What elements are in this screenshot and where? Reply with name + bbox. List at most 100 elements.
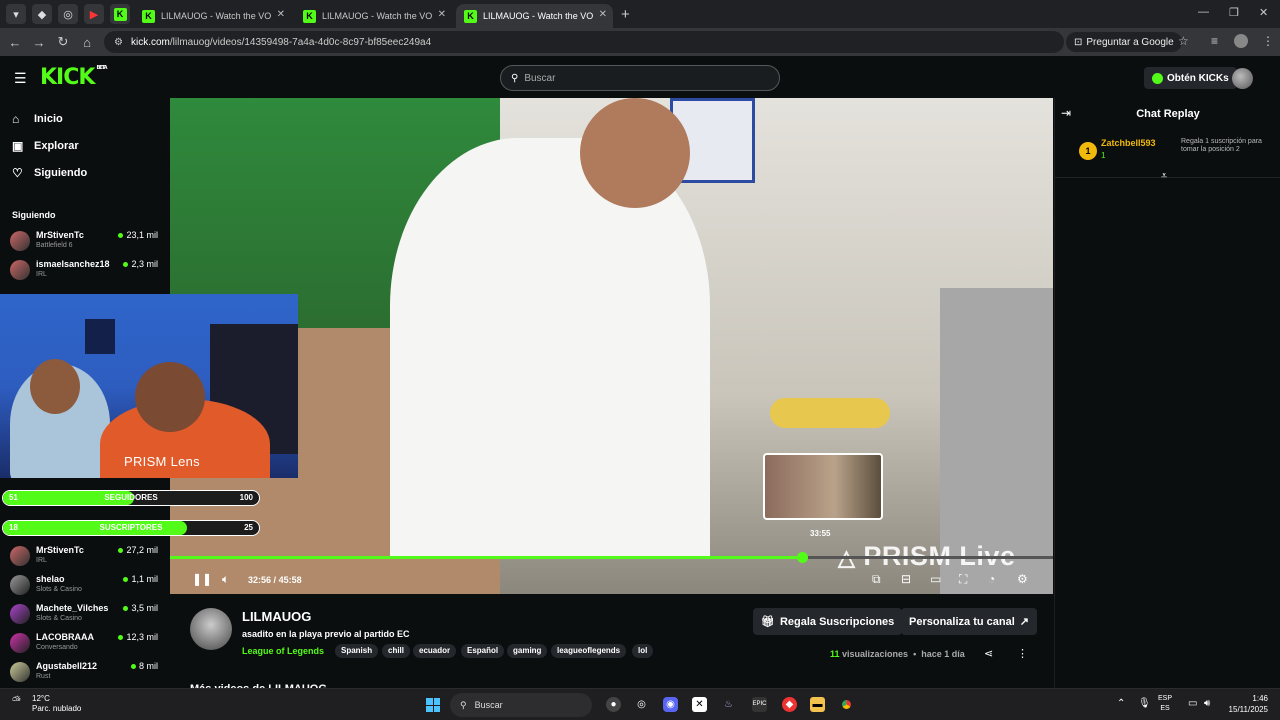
followed-channel[interactable]: ismaelsanchez18 IRL 2,3 mil <box>10 257 160 283</box>
followed-channel[interactable]: MrStivenTc Battlefield 6 23,1 mil <box>10 228 160 254</box>
restore-icon[interactable]: ❐ <box>1229 6 1239 19</box>
app-icon[interactable]: ◆ <box>782 697 797 712</box>
volume-icon[interactable]: 🔈︎ <box>222 572 229 587</box>
kick-logo[interactable]: KICK BETA <box>40 65 108 90</box>
chrome-icon[interactable] <box>839 697 854 712</box>
browser-tab[interactable]: KLILMAUOG - Watch the VOD on✕ <box>134 4 291 28</box>
forward-icon[interactable]: → <box>27 35 51 50</box>
theater-mode-icon[interactable]: ▭ <box>930 572 941 586</box>
sidebar-item-siguiendo[interactable]: ♡ Siguiendo <box>12 166 87 180</box>
fullscreen-icon[interactable]: ⛶ <box>959 572 967 587</box>
pinned-tab-icon[interactable]: ◆ <box>32 4 52 24</box>
followed-channel[interactable]: Machete_Vilches Slots & Casino 3,5 mil <box>10 601 160 627</box>
gift-subs-label: Regala Suscripciones <box>779 615 895 628</box>
settings-gear-icon[interactable]: ⚙ <box>1017 572 1028 586</box>
new-tab-icon[interactable]: + <box>621 6 630 23</box>
video-bananas <box>770 398 890 428</box>
window-close-icon[interactable]: ✕ <box>1259 6 1268 19</box>
clock[interactable]: 1:46 15/11/2025 <box>1229 693 1268 715</box>
chrome-menu-icon[interactable]: ⋮ <box>1262 34 1274 48</box>
tag-chip[interactable]: chill <box>382 644 411 658</box>
weather-widget[interactable]: ⛅︎ 12°C Parc. nublado <box>12 694 81 714</box>
followed-channel[interactable]: shelao Slots & Casino 1,1 mil <box>10 572 160 598</box>
app-icon[interactable]: ◎ <box>634 697 649 712</box>
browser-tab-active[interactable]: KLILMAUOG - Watch the VOD on✕ <box>456 4 613 28</box>
profile-avatar[interactable] <box>1234 34 1248 48</box>
subscribers-goal-bar: SUSCRIPTORES 18 25 <box>2 520 260 536</box>
tag-chip[interactable]: Spanish <box>335 644 379 658</box>
followed-channel[interactable]: MrStivenTc IRL 27,2 mil <box>10 543 160 569</box>
capcut-icon[interactable]: ✕ <box>692 697 707 712</box>
reload-icon[interactable]: ↻ <box>51 34 75 50</box>
get-kicks-button[interactable]: Obtén KICKs <box>1144 67 1237 89</box>
close-icon[interactable]: ✕ <box>277 9 285 20</box>
kick-tab-icon[interactable]: K <box>110 4 130 24</box>
tag-chip[interactable]: ecuador <box>413 644 457 658</box>
search-icon: ⚲ <box>460 699 467 710</box>
network-icon[interactable]: ▭ <box>1188 698 1197 709</box>
tag-chip[interactable]: gaming <box>507 644 548 658</box>
more-options-icon[interactable]: ⋮ <box>1017 647 1028 660</box>
url-field[interactable]: ⚙ kick.com/lilmauog/videos/14359498-7a4a-… <box>104 31 1064 53</box>
channel-name: MrStivenTc <box>36 545 84 555</box>
bookmark-star-icon[interactable]: ☆ <box>1178 34 1189 48</box>
home-icon[interactable]: ⌂ <box>75 35 99 50</box>
language-indicator[interactable]: ESP ES <box>1158 694 1172 714</box>
speaker-icon[interactable]: 🔊︎ <box>1204 698 1210 709</box>
share-icon[interactable]: ⋖ <box>984 647 993 660</box>
search-placeholder: Buscar <box>524 72 556 84</box>
pinned-tab-icon[interactable]: ◎ <box>58 4 78 24</box>
followed-channel[interactable]: Agustabell212 Rust 8 mil <box>10 659 160 685</box>
expand-leaderboard-icon[interactable]: ⩡ <box>1161 170 1167 183</box>
windows-start-icon[interactable] <box>426 698 440 712</box>
youtube-tab-icon[interactable]: ▶ <box>84 4 104 24</box>
sidebar-item-inicio[interactable]: ⌂ Inicio <box>12 112 63 126</box>
sidebar-item-label: Explorar <box>34 140 79 152</box>
miniplayer-icon[interactable]: ⧉ <box>872 572 881 587</box>
tag-chip[interactable]: Español <box>461 644 505 658</box>
file-explorer-icon[interactable]: ▬ <box>810 697 825 712</box>
playback-speed-icon[interactable]: ◔ <box>988 572 995 586</box>
microphone-icon[interactable]: 🎙︎ <box>1138 698 1151 709</box>
chevron-up-icon[interactable]: ⌃ <box>1117 698 1125 709</box>
channel-name[interactable]: LILMAUOG <box>242 609 311 624</box>
taskbar-search[interactable]: ⚲ Buscar <box>450 693 592 717</box>
tab-search-icon[interactable]: ▾ <box>6 4 26 24</box>
back-icon[interactable]: ← <box>3 35 27 50</box>
sidebar-item-explorar[interactable]: ▣ Explorar <box>12 139 79 153</box>
divider <box>1055 177 1280 178</box>
gifter-rank-badge: 1 <box>1079 142 1097 160</box>
gift-subs-button[interactable]: 🎁︎ Regala Suscripciones <box>753 608 903 635</box>
close-icon[interactable]: ✕ <box>599 9 607 20</box>
site-info-icon[interactable]: ⚙ <box>114 37 123 48</box>
clip-icon[interactable]: ⊟ <box>901 572 911 586</box>
channel-name: Agustabell212 <box>36 661 98 671</box>
gifter-name[interactable]: Zatchbell593 <box>1101 138 1156 148</box>
current-time: 32:56 <box>248 575 272 585</box>
progress-bar[interactable] <box>170 552 1053 563</box>
following-heading: Siguiendo <box>12 210 56 220</box>
ask-google-button[interactable]: ⊡ Preguntar a Google <box>1066 32 1182 52</box>
user-avatar[interactable] <box>1232 68 1253 89</box>
followed-channel[interactable]: LACOBRAAA Conversando 12,3 mil <box>10 630 160 656</box>
tag-chip[interactable]: leagueoflegends <box>551 644 627 658</box>
obs-icon[interactable]: ● <box>606 697 621 712</box>
video-player[interactable]: 33:55 PRISM Live ❚❚ 🔈︎ 32:56 / 45:58 ⧉ ⊟… <box>170 98 1053 594</box>
channel-avatar[interactable] <box>190 608 232 650</box>
menu-icon[interactable]: ☰ <box>14 70 27 87</box>
tag-chip[interactable]: lol <box>632 644 654 658</box>
video-category-link[interactable]: League of Legends <box>242 646 324 656</box>
channel-category: Battlefield 6 <box>36 242 73 249</box>
minimize-icon[interactable]: — <box>1198 6 1209 18</box>
close-icon[interactable]: ✕ <box>438 9 446 20</box>
epic-games-icon[interactable]: EPIC <box>752 697 767 712</box>
pause-icon[interactable]: ❚❚ <box>192 572 212 586</box>
discord-icon[interactable]: ◉ <box>663 697 678 712</box>
customize-channel-button[interactable]: Personaliza tu canal ↗ <box>901 608 1037 635</box>
lang-bottom: ES <box>1160 705 1170 712</box>
search-input[interactable]: ⚲ Buscar <box>500 65 780 91</box>
steam-icon[interactable]: ♨ <box>721 697 736 712</box>
browser-tab[interactable]: KLILMAUOG - Watch the VOD on✕ <box>295 4 452 28</box>
seek-preview-thumbnail <box>763 453 883 520</box>
media-controls-icon[interactable]: ≡ <box>1211 34 1218 48</box>
